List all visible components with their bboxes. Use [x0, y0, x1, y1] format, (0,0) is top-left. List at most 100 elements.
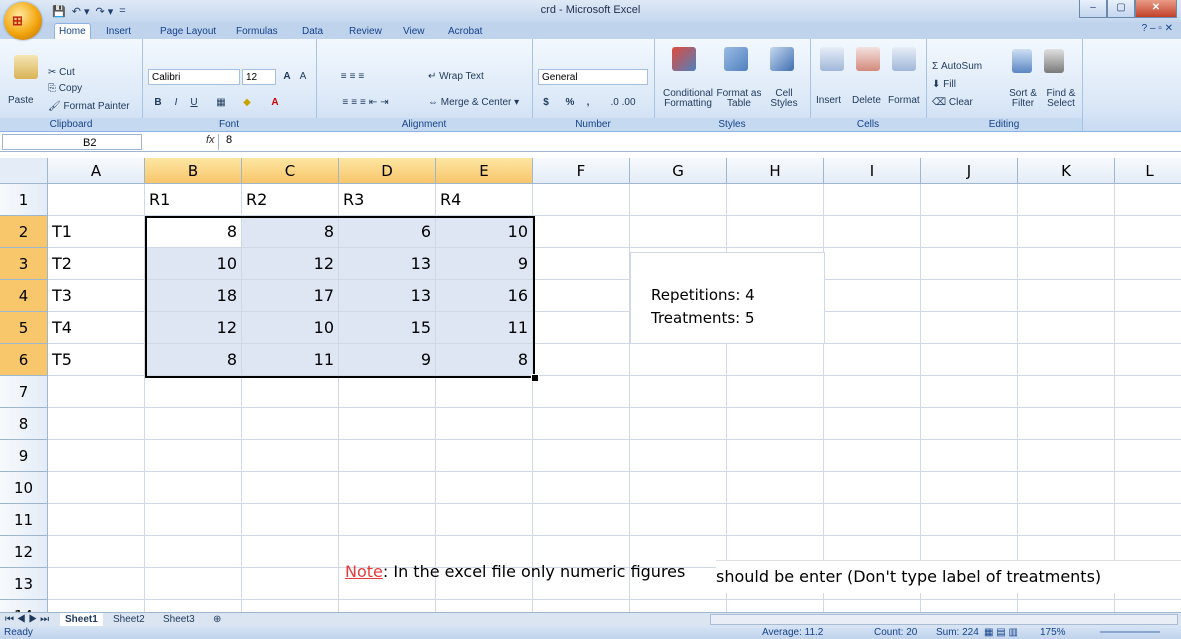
cell[interactable]: [1018, 376, 1115, 408]
row-header[interactable]: 6: [0, 344, 48, 376]
cell[interactable]: [824, 248, 921, 280]
cell[interactable]: 15: [339, 312, 436, 344]
cell[interactable]: [727, 408, 824, 440]
cell-styles-icon[interactable]: [770, 47, 794, 71]
underline-button[interactable]: U: [186, 95, 202, 111]
cell[interactable]: [1115, 440, 1181, 472]
merge-center-button[interactable]: ⇔ Merge & Center ▾: [428, 97, 519, 108]
cell[interactable]: [533, 472, 630, 504]
cell[interactable]: 11: [436, 312, 533, 344]
cell[interactable]: R4: [436, 184, 533, 216]
cell[interactable]: [436, 472, 533, 504]
cell[interactable]: [436, 408, 533, 440]
cell[interactable]: [533, 376, 630, 408]
cell[interactable]: [1115, 504, 1181, 536]
vertical-align-icons[interactable]: ≡≡≡: [322, 69, 386, 85]
cell[interactable]: [824, 184, 921, 216]
cell[interactable]: 11: [242, 344, 339, 376]
sort-filter-icon[interactable]: [1012, 49, 1032, 73]
column-header[interactable]: D: [339, 158, 436, 184]
cell[interactable]: [533, 344, 630, 376]
fill-handle[interactable]: [531, 374, 539, 382]
horizontal-align-icons[interactable]: ≡≡≡⇤⇥: [322, 95, 412, 111]
sort-filter-button[interactable]: Sort & Filter: [1004, 89, 1042, 109]
cell[interactable]: [1018, 472, 1115, 504]
cell[interactable]: [824, 472, 921, 504]
tab-review[interactable]: Review: [345, 24, 386, 39]
cell[interactable]: [824, 280, 921, 312]
cell[interactable]: [339, 472, 436, 504]
zoom-slider[interactable]: [1100, 631, 1160, 633]
cell[interactable]: [727, 184, 824, 216]
maximize-button[interactable]: ▢: [1107, 0, 1135, 18]
cell[interactable]: [339, 504, 436, 536]
find-select-button[interactable]: Find & Select: [1042, 89, 1080, 109]
cell[interactable]: [727, 376, 824, 408]
cell[interactable]: [824, 376, 921, 408]
italic-button[interactable]: I: [168, 95, 184, 111]
column-header[interactable]: G: [630, 158, 727, 184]
row-header[interactable]: 3: [0, 248, 48, 280]
find-select-icon[interactable]: [1044, 49, 1064, 73]
cell[interactable]: [824, 408, 921, 440]
cell[interactable]: [242, 504, 339, 536]
help-icon[interactable]: ? – ▫ ✕: [1142, 23, 1173, 34]
cell[interactable]: [1018, 216, 1115, 248]
number-format-select[interactable]: General: [538, 69, 648, 85]
cell[interactable]: [921, 280, 1018, 312]
cell[interactable]: 13: [339, 280, 436, 312]
cell[interactable]: [242, 440, 339, 472]
autosum-button[interactable]: Σ AutoSum: [932, 61, 982, 72]
cell[interactable]: [727, 440, 824, 472]
cell[interactable]: [145, 376, 242, 408]
conditional-formatting-button[interactable]: Conditional Formatting: [660, 89, 716, 109]
cell[interactable]: [1115, 184, 1181, 216]
cell[interactable]: [727, 344, 824, 376]
decimal-buttons[interactable]: .0 .00: [598, 95, 648, 111]
tab-page-layout[interactable]: Page Layout: [156, 24, 220, 39]
clear-button[interactable]: ⌫ Clear: [932, 97, 973, 108]
row-header[interactable]: 13: [0, 568, 48, 600]
cell[interactable]: T5: [48, 344, 145, 376]
horizontal-scrollbar[interactable]: [710, 614, 1178, 625]
cell[interactable]: [1018, 408, 1115, 440]
cell[interactable]: [921, 216, 1018, 248]
cell[interactable]: [533, 280, 630, 312]
column-header[interactable]: H: [727, 158, 824, 184]
cell[interactable]: [1018, 248, 1115, 280]
cell[interactable]: [1018, 440, 1115, 472]
cell[interactable]: [436, 376, 533, 408]
cell[interactable]: [48, 504, 145, 536]
formula-input[interactable]: 8: [226, 134, 232, 146]
cell[interactable]: [630, 216, 727, 248]
cell[interactable]: [1115, 312, 1181, 344]
cell[interactable]: R1: [145, 184, 242, 216]
paste-icon[interactable]: [14, 55, 38, 79]
cell[interactable]: 13: [339, 248, 436, 280]
fill-color-icon[interactable]: ◆: [238, 95, 256, 111]
cell[interactable]: T1: [48, 216, 145, 248]
cell[interactable]: R3: [339, 184, 436, 216]
row-header[interactable]: 10: [0, 472, 48, 504]
column-header[interactable]: A: [48, 158, 145, 184]
sheet-tab-3[interactable]: Sheet3: [158, 613, 200, 626]
cut-button[interactable]: ✂ Cut: [48, 67, 75, 78]
cell[interactable]: [48, 536, 145, 568]
cell[interactable]: 17: [242, 280, 339, 312]
cell[interactable]: [727, 472, 824, 504]
cell[interactable]: [436, 504, 533, 536]
cell[interactable]: [339, 376, 436, 408]
cell[interactable]: [48, 472, 145, 504]
column-header[interactable]: B: [145, 158, 242, 184]
column-header[interactable]: L: [1115, 158, 1181, 184]
office-button[interactable]: ⊞: [4, 2, 42, 40]
cell[interactable]: [630, 344, 727, 376]
cell[interactable]: [145, 568, 242, 600]
cell[interactable]: 10: [145, 248, 242, 280]
column-header[interactable]: C: [242, 158, 339, 184]
name-box[interactable]: B2: [2, 134, 142, 150]
cell[interactable]: 18: [145, 280, 242, 312]
cell[interactable]: [630, 408, 727, 440]
tab-insert[interactable]: Insert: [102, 24, 135, 39]
cell[interactable]: [145, 504, 242, 536]
